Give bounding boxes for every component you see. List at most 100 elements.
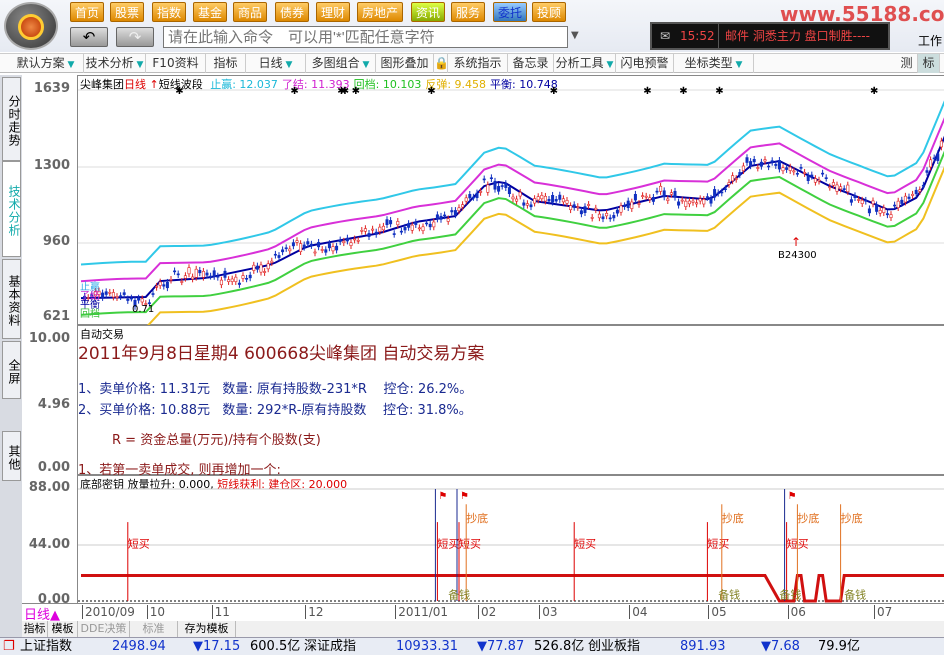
nav-button-8[interactable]: 资讯	[411, 2, 446, 22]
bottom-tab-3[interactable]: 标准	[130, 621, 178, 637]
index-name[interactable]: 深证成指	[304, 638, 356, 655]
toolbar-item-3[interactable]: 指标	[206, 54, 246, 73]
toolbar-item-7[interactable]: 🔒	[434, 54, 449, 73]
nav-button-1[interactable]: 股票	[110, 2, 145, 22]
toolbar-item-10[interactable]: 分析工具 ▼	[554, 54, 616, 73]
candle-body	[158, 281, 162, 286]
candle-body	[817, 179, 821, 182]
candle-body	[846, 184, 850, 193]
money-label: 备钱	[448, 587, 470, 601]
candle-body	[507, 187, 511, 195]
app-logo[interactable]	[4, 2, 58, 50]
command-input[interactable]	[163, 26, 568, 48]
candle-body	[601, 216, 605, 220]
toolbar-item-9[interactable]: 备忘录	[508, 54, 554, 73]
dropdown-icon[interactable]: ▼	[604, 60, 613, 70]
nav-button-0[interactable]: 首页	[70, 2, 105, 22]
toolbar-item-2[interactable]: F10资料	[146, 54, 206, 73]
command-dropdown-icon[interactable]: ▼	[571, 30, 579, 41]
y-tick-label: 4.96	[37, 397, 70, 412]
nav-button-9[interactable]: 服务	[451, 2, 486, 22]
candle-body	[446, 218, 450, 222]
candle-body	[486, 184, 490, 193]
dropdown-icon[interactable]: ▼	[65, 60, 74, 70]
candle-body	[785, 167, 789, 170]
date-tick: 07	[874, 605, 892, 619]
toolbar-item-11[interactable]: 闪电预警	[616, 54, 674, 73]
toolbar-item-1[interactable]: 技术分析 ▼	[84, 54, 146, 73]
nav-button-11[interactable]: 投顾	[532, 2, 567, 22]
index-name[interactable]: 上证指数	[20, 638, 72, 655]
toolbar-item-8[interactable]: 系统指示	[448, 54, 508, 73]
dropdown-icon[interactable]: ▼	[134, 60, 143, 70]
candle-body	[900, 199, 904, 204]
toolbar-item-12[interactable]: 坐标类型 ▼	[674, 54, 754, 73]
toolbar: 默认方案 ▼ 技术分析 ▼ F10资料 指标 日线 ▼ 多图组合 ▼ 图形叠加 🔒 系统指示 备忘…	[0, 53, 944, 73]
candle-body	[763, 159, 767, 162]
candle-body	[482, 178, 486, 181]
candle-body	[561, 198, 565, 203]
dropdown-icon[interactable]: ▼	[733, 60, 742, 70]
candle-body	[587, 204, 591, 206]
candle-body	[367, 233, 371, 237]
window-icon[interactable]: ❐	[3, 638, 15, 655]
candle-body	[795, 173, 799, 175]
message-ticker[interactable]: ✉ 15:52 邮件 洞悉主力 盘口制胜----	[650, 22, 890, 50]
toolbar-right-0[interactable]: 测	[896, 54, 918, 73]
nav-button-4[interactable]: 商品	[233, 2, 268, 22]
toolbar-item-6[interactable]: 图形叠加	[376, 54, 434, 73]
toolbar-item-4[interactable]: 日线 ▼	[246, 54, 306, 73]
toolbar-item-0[interactable]: 默认方案 ▼	[8, 54, 84, 73]
flag-icon: ⚑	[438, 491, 447, 502]
left-tab-1[interactable]: 技术分析	[2, 161, 21, 257]
candle-body	[777, 160, 781, 170]
candle-body	[237, 282, 241, 285]
bottom-tab-0[interactable]: 指标	[22, 621, 48, 637]
nav-button-6[interactable]: 理财	[316, 2, 351, 22]
nav-button-10[interactable]: 委托	[493, 2, 528, 22]
candle-body	[302, 244, 306, 248]
candle-body	[839, 186, 843, 190]
dropdown-icon[interactable]: ▼	[360, 60, 369, 70]
candle-body	[867, 208, 871, 214]
indicator-pane[interactable]: 底部密钥 放量拉升: 0.000, 短线获利: 建仓区: 20.000 短买 短买…	[77, 475, 944, 603]
candle-body	[162, 284, 166, 287]
toolbar-label: 备忘录	[512, 56, 549, 70]
nav-button-7[interactable]: 房地产	[357, 2, 404, 22]
money-label: 备钱	[844, 587, 866, 601]
index-name[interactable]: 创业板指	[588, 638, 640, 655]
candle-body	[288, 248, 292, 252]
toolbar-right-1[interactable]: 标	[918, 54, 940, 73]
candle-body	[504, 183, 508, 188]
bottom-tab-4[interactable]: 存为模板	[178, 621, 236, 637]
nav-button-3[interactable]: 基金	[193, 2, 228, 22]
candle-body	[889, 214, 893, 218]
ticker-time: 15:52	[680, 29, 715, 43]
star-marker: ✱	[290, 86, 298, 97]
price-chart-pane[interactable]: 尖峰集团日线 ↑短线波段 止赢: 12.037 了结: 11.393 回档: 10.…	[77, 75, 944, 326]
forward-button[interactable]: ↷	[116, 27, 154, 47]
candle-body	[896, 200, 900, 208]
dropdown-icon[interactable]: ▼	[283, 60, 292, 70]
nav-button-5[interactable]: 债券	[275, 2, 310, 22]
candle-body	[511, 196, 515, 200]
left-tab-3[interactable]: 全屏	[2, 341, 21, 399]
candle-body	[428, 223, 432, 228]
back-button[interactable]: ↶	[70, 27, 108, 47]
candle-body	[479, 191, 483, 193]
left-tab-0[interactable]: 分时走势	[2, 77, 21, 161]
candle-body	[252, 264, 256, 271]
bottom-tab-1[interactable]: 模板	[48, 621, 78, 637]
candle-body	[759, 161, 763, 167]
left-tab-2[interactable]: 基本资料	[2, 259, 21, 339]
left-tab-4[interactable]: 其他	[2, 431, 21, 481]
y-tick-label: 960	[42, 234, 70, 249]
toolbar-item-5[interactable]: 多图组合 ▼	[306, 54, 376, 73]
candle-body	[435, 214, 439, 220]
workspace-label[interactable]: 工作	[918, 32, 942, 49]
bottom-tab-2[interactable]: DDE决策	[78, 621, 130, 637]
candle-body	[234, 276, 238, 282]
candle-body	[565, 200, 569, 204]
candle-body	[245, 277, 249, 280]
nav-button-2[interactable]: 指数	[152, 2, 187, 22]
